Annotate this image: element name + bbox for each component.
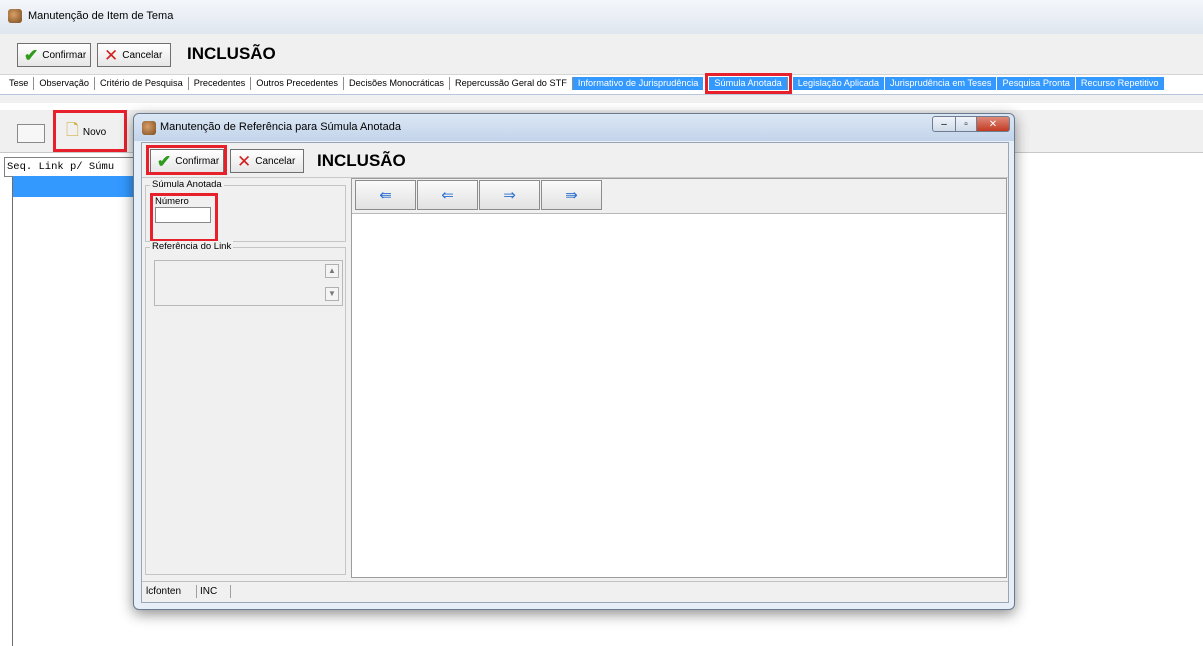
tab-criterio-pesquisa[interactable]: Critério de Pesquisa bbox=[95, 76, 189, 90]
app-icon bbox=[8, 9, 22, 23]
main-toolbar: ✔ Confirmar ✕ Cancelar INCLUSÃO bbox=[0, 34, 1203, 75]
next-record-button[interactable]: ⇒ bbox=[479, 180, 540, 210]
first-record-button[interactable]: ⇚ bbox=[355, 180, 416, 210]
dialog-cancel-button[interactable]: ✕ Cancelar bbox=[230, 149, 304, 173]
first-arrow-icon: ⇚ bbox=[379, 187, 392, 204]
referencia-link-textarea[interactable] bbox=[154, 260, 343, 306]
dialog-cancel-label: Cancelar bbox=[255, 155, 296, 167]
grid-selected-row[interactable] bbox=[13, 176, 144, 197]
tab-pesquisa-pronta[interactable]: Pesquisa Pronta bbox=[997, 76, 1076, 90]
tab-recurso-repetitivo[interactable]: Recurso Repetitivo bbox=[1075, 76, 1165, 90]
main-confirm-button[interactable]: ✔ Confirmar bbox=[17, 43, 91, 67]
main-window-title: Manutenção de Item de Tema bbox=[28, 10, 174, 22]
tab-tese[interactable]: Tese bbox=[4, 76, 35, 90]
dialog-app-icon bbox=[142, 121, 156, 135]
close-window-button[interactable]: ✕ bbox=[976, 116, 1010, 132]
tab-legislacao[interactable]: Legislação Aplicada bbox=[792, 76, 886, 90]
sumula-reference-dialog: Manutenção de Referência para Súmula Ano… bbox=[133, 113, 1015, 610]
dialog-confirm-label: Confirmar bbox=[175, 155, 220, 167]
panel-small-field[interactable] bbox=[17, 124, 45, 143]
main-mode-title: INCLUSÃO bbox=[187, 44, 276, 63]
main-cancel-button[interactable]: ✕ Cancelar bbox=[97, 43, 171, 67]
close-icon: ✕ bbox=[104, 45, 119, 65]
grid-left-border bbox=[12, 160, 13, 646]
main-confirm-label: Confirmar bbox=[42, 49, 87, 61]
grid-header-text: Seq. Link p/ Súmu bbox=[7, 161, 115, 173]
tab-jurisprudencia-teses[interactable]: Jurisprudência em Teses bbox=[885, 76, 998, 90]
new-button[interactable]: 🗋 Novo bbox=[60, 118, 122, 146]
status-user: lcfonten bbox=[143, 585, 197, 598]
dialog-body: ✔ Confirmar ✕ Cancelar INCLUSÃO Súmula A… bbox=[141, 142, 1009, 603]
previous-record-button[interactable]: ⇐ bbox=[417, 180, 478, 210]
grid-header: Seq. Link p/ Súmu bbox=[4, 157, 146, 177]
last-arrow-icon: ⇛ bbox=[565, 187, 578, 204]
close-window-icon: ✕ bbox=[988, 118, 998, 130]
referencia-group-label: Referência do Link bbox=[150, 241, 234, 252]
scroll-up-icon[interactable]: ▲ bbox=[325, 264, 339, 278]
tab-repercussao-geral[interactable]: Repercussão Geral do STF bbox=[450, 76, 573, 90]
dialog-title: Manutenção de Referência para Súmula Ano… bbox=[160, 121, 401, 133]
new-button-label: Novo bbox=[82, 126, 107, 138]
tab-precedentes[interactable]: Precedentes bbox=[189, 76, 252, 90]
sumula-group-label: Súmula Anotada bbox=[150, 179, 224, 190]
checkmark-icon: ✔ bbox=[24, 45, 39, 65]
minimize-icon: – bbox=[941, 118, 947, 130]
numero-label: Número bbox=[155, 196, 189, 207]
numero-input[interactable] bbox=[155, 207, 211, 223]
navigation-bar: ⇚ ⇐ ⇒ ⇛ bbox=[352, 179, 1006, 214]
main-cancel-label: Cancelar bbox=[122, 49, 163, 61]
maximize-button[interactable]: ▫ bbox=[955, 116, 977, 132]
dialog-titlebar: Manutenção de Referência para Súmula Ano… bbox=[134, 114, 1014, 141]
referencia-link-group: Referência do Link ▲ ▼ bbox=[145, 241, 346, 575]
tab-sumula-anotada[interactable]: Súmula Anotada bbox=[705, 72, 792, 94]
close-icon: ✕ bbox=[237, 151, 252, 171]
main-titlebar: Manutenção de Item de Tema bbox=[0, 0, 1203, 34]
dialog-statusbar: lcfonten INC bbox=[142, 581, 1008, 602]
dialog-toolbar: ✔ Confirmar ✕ Cancelar INCLUSÃO bbox=[142, 143, 1008, 178]
status-mode: INC bbox=[197, 585, 231, 598]
new-document-icon: 🗋 bbox=[66, 121, 79, 139]
records-pane: ⇚ ⇐ ⇒ ⇛ bbox=[351, 178, 1007, 578]
tab-observacao[interactable]: Observação bbox=[34, 76, 95, 90]
dialog-confirm-button[interactable]: ✔ Confirmar bbox=[150, 149, 224, 173]
tab-outros-precedentes[interactable]: Outros Precedentes bbox=[251, 76, 344, 90]
last-record-button[interactable]: ⇛ bbox=[541, 180, 602, 210]
prev-arrow-icon: ⇐ bbox=[441, 187, 454, 204]
checkmark-icon: ✔ bbox=[157, 151, 172, 171]
main-tab-strip: Tese Observação Critério de Pesquisa Pre… bbox=[4, 72, 1203, 94]
scroll-down-icon[interactable]: ▼ bbox=[325, 287, 339, 301]
minimize-button[interactable]: – bbox=[932, 116, 956, 132]
tab-decisoes-monocraticas[interactable]: Decisões Monocráticas bbox=[344, 76, 450, 90]
sumula-anotada-group: Súmula Anotada Número bbox=[145, 179, 346, 242]
tab-informativo[interactable]: Informativo de Jurisprudência bbox=[572, 76, 705, 90]
maximize-icon: ▫ bbox=[964, 118, 968, 130]
dialog-mode-title: INCLUSÃO bbox=[317, 151, 406, 170]
next-arrow-icon: ⇒ bbox=[503, 187, 516, 204]
tab-divider bbox=[0, 94, 1203, 103]
